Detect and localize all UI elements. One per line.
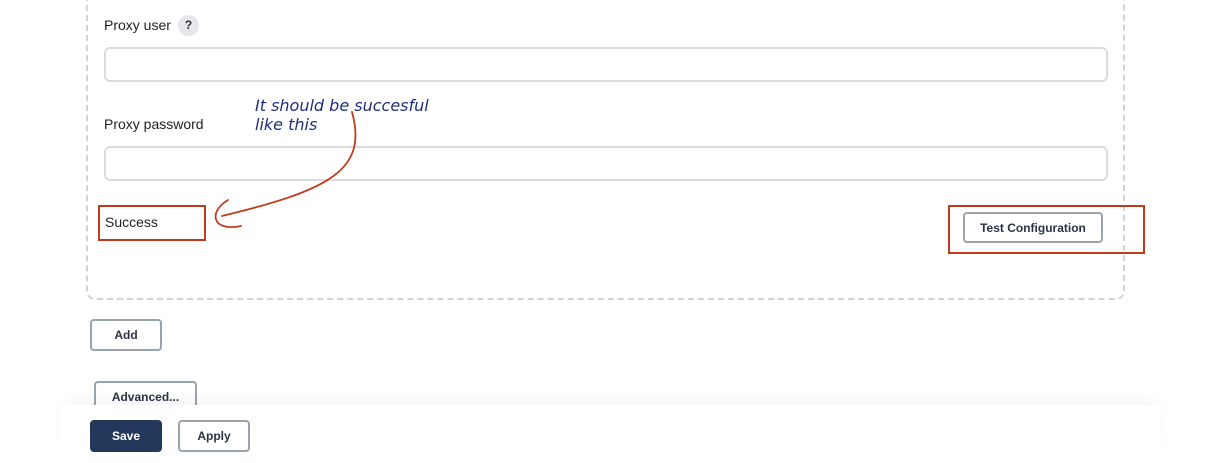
proxy-user-label: Proxy user: [104, 17, 171, 33]
save-button[interactable]: Save: [90, 420, 162, 452]
test-button-highlight-box: [948, 205, 1145, 254]
proxy-password-input[interactable]: [104, 146, 1108, 181]
annotation-line-2: like this: [255, 115, 318, 134]
annotation-note: It should be succesful like this: [255, 96, 429, 134]
proxy-user-input[interactable]: [104, 47, 1108, 82]
annotation-line-1: It should be succesful: [255, 96, 429, 115]
help-icon[interactable]: ?: [178, 15, 199, 36]
proxy-password-label: Proxy password: [104, 116, 204, 132]
add-button[interactable]: Add: [90, 319, 162, 351]
success-highlight-box: [98, 205, 206, 241]
apply-button[interactable]: Apply: [178, 420, 250, 452]
